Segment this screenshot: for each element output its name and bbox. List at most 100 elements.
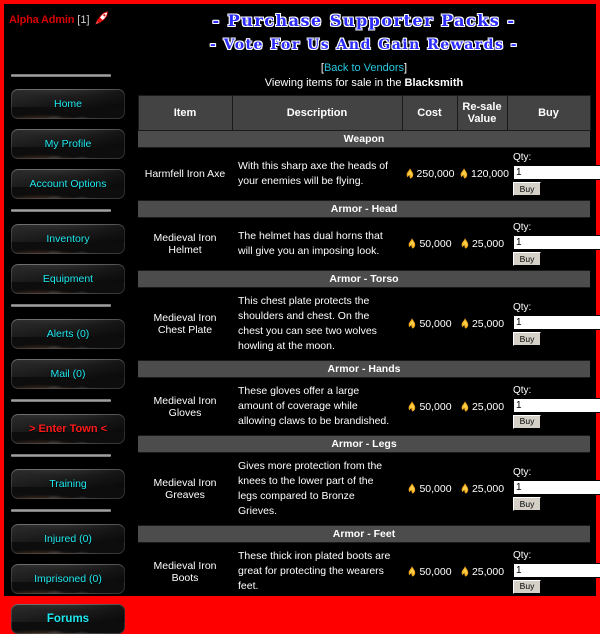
item-cost-value: 50,000 xyxy=(419,483,452,495)
gold-coin-icon xyxy=(460,483,470,494)
item-description: The helmet has dual horns that will give… xyxy=(238,230,383,257)
qty-label: Qty: xyxy=(513,549,532,561)
game-window: Alpha Admin [1] Home My Profile Account Op… xyxy=(0,0,600,634)
banner-line-2: - Vote For Us And Gain Rewards - xyxy=(209,37,519,53)
item-cost: 50,000 xyxy=(402,288,457,361)
sidebar-divider xyxy=(11,399,111,402)
sidebar-item-injured-0[interactable]: Injured (0) xyxy=(11,524,125,554)
sidebar-item-my-profile[interactable]: My Profile xyxy=(11,129,125,159)
item-name: Medieval Iron Boots xyxy=(153,559,217,584)
item-cost-value: 50,000 xyxy=(419,400,452,413)
table-row: Harmfell Iron Axe With this sharp axe the… xyxy=(138,148,600,201)
sidebar: Alpha Admin [1] Home My Profile Account Op… xyxy=(4,4,132,634)
qty-label: Qty: xyxy=(513,384,532,396)
viewing-prefix: Viewing items for sale in the xyxy=(264,77,405,89)
item-resale-amount: 25,000 xyxy=(471,483,505,495)
sidebar-item-training[interactable]: Training xyxy=(11,469,125,499)
gold-coin-icon xyxy=(460,565,470,577)
item-name: Medieval Iron Chest Plate xyxy=(153,312,217,336)
item-description: With this sharp axe the heads of your en… xyxy=(238,160,388,187)
sidebar-item-label: Account Options xyxy=(29,178,107,190)
column-header-buy: Buy xyxy=(506,95,591,131)
shop-table-body: Weapon Harmfell Iron Axe With this sharp a… xyxy=(138,130,600,601)
shop-table: Item Description Cost Re-sale Value Buy … xyxy=(137,95,600,601)
qty-input[interactable] xyxy=(513,315,600,330)
sidebar-item-imprisoned-0[interactable]: Imprisoned (0) xyxy=(11,564,125,594)
sidebar-item-equipment[interactable]: Equipment xyxy=(11,264,125,294)
sidebar-item-label: Mail (0) xyxy=(50,368,86,380)
sidebar-divider xyxy=(11,304,111,307)
item-name: Medieval Iron Greaves xyxy=(153,477,217,501)
user-name: Alpha Admin xyxy=(9,14,75,26)
sidebar-item-mail-0[interactable]: Mail (0) xyxy=(11,359,125,389)
buy-button[interactable]: Buy xyxy=(513,332,541,346)
buy-button[interactable]: Buy xyxy=(513,414,541,429)
category-row: Armor - Hands xyxy=(138,360,590,378)
item-cost: 50,000 xyxy=(402,453,457,526)
item-description: These thick iron plated boots are great … xyxy=(238,550,391,592)
qty-label: Qty: xyxy=(513,467,532,478)
qty-label: Qty: xyxy=(513,302,532,313)
table-row: Medieval Iron Helmet The helmet has dual … xyxy=(138,218,600,271)
gold-coin-icon xyxy=(405,168,415,179)
qty-label: Qty: xyxy=(513,222,532,233)
qty-input[interactable] xyxy=(513,397,600,413)
category-label: Armor - Hands xyxy=(138,360,590,378)
category-row: Weapon xyxy=(138,130,590,148)
category-label: Armor - Head xyxy=(138,200,590,218)
item-cost-value: 50,000 xyxy=(419,565,452,578)
category-row: Armor - Legs xyxy=(138,435,590,453)
buy-button[interactable]: Buy xyxy=(513,497,541,511)
sidebar-item-label: > Enter Town < xyxy=(28,423,108,435)
back-to-vendors-link[interactable]: Back to Vendors xyxy=(324,62,404,74)
category-label: Armor - Legs xyxy=(138,435,590,453)
buy-cell: Qty: Buy xyxy=(507,148,600,201)
table-header-row: Item Description Cost Re-sale Value Buy xyxy=(137,95,591,131)
qty-input[interactable] xyxy=(513,480,600,495)
sidebar-item-account-options[interactable]: Account Options xyxy=(11,169,125,199)
qty-input[interactable] xyxy=(513,235,600,250)
buy-button[interactable]: Buy xyxy=(513,579,541,594)
vendor-name: Blacksmith xyxy=(404,77,464,89)
item-cost: 50,000 xyxy=(402,378,457,436)
user-identity: Alpha Admin [1] xyxy=(9,10,110,28)
buy-cell: Qty: Buy xyxy=(507,453,600,526)
gold-coin-icon xyxy=(407,483,417,494)
qty-input[interactable] xyxy=(513,165,600,180)
sidebar-item-label: Home xyxy=(53,98,82,110)
gold-coin-icon xyxy=(407,565,417,577)
item-resale-value: 25,000 xyxy=(457,218,507,271)
item-cost: 250,000 xyxy=(402,148,457,201)
gold-coin-icon xyxy=(459,168,469,179)
sidebar-item-label: Imprisoned (0) xyxy=(34,573,102,585)
item-cost-value: 250,000 xyxy=(416,168,455,180)
column-header-resale: Re-sale Value xyxy=(456,95,508,131)
gold-coin-icon xyxy=(407,400,417,412)
sidebar-item-alerts-0[interactable]: Alerts (0) xyxy=(11,319,125,349)
item-resale-value: 25,000 xyxy=(457,543,507,601)
sidebar-item-forums[interactable]: Forums xyxy=(11,604,125,634)
buy-cell: Qty: Buy xyxy=(507,218,600,271)
sidebar-item-label: Equipment xyxy=(42,273,94,285)
category-row: Armor - Head xyxy=(138,200,590,218)
item-cost: 50,000 xyxy=(402,218,457,271)
category-label: Armor - Feet xyxy=(138,525,590,543)
sidebar-item-inventory[interactable]: Inventory xyxy=(11,224,125,254)
rocket-badge-icon xyxy=(94,10,110,26)
item-resale-value: 25,000 xyxy=(457,288,507,361)
item-description: This chest plate protects the shoulders … xyxy=(238,295,377,352)
item-cost-value: 50,000 xyxy=(419,318,452,330)
sidebar-item-home[interactable]: Home xyxy=(11,89,125,119)
gold-coin-icon xyxy=(407,238,417,249)
item-resale-amount: 120,000 xyxy=(471,168,509,180)
item-resale-amount: 25,000 xyxy=(471,565,505,578)
sidebar-divider xyxy=(11,509,111,512)
table-row: Medieval Iron Boots These thick iron plat… xyxy=(138,543,600,601)
item-name: Medieval Iron Helmet xyxy=(153,232,217,256)
qty-input[interactable] xyxy=(513,562,600,578)
sidebar-item-enter-town[interactable]: > Enter Town < xyxy=(11,414,125,444)
user-rank: [1] xyxy=(77,14,90,26)
gold-coin-icon xyxy=(407,318,417,329)
buy-button[interactable]: Buy xyxy=(513,182,541,196)
buy-button[interactable]: Buy xyxy=(513,252,541,266)
